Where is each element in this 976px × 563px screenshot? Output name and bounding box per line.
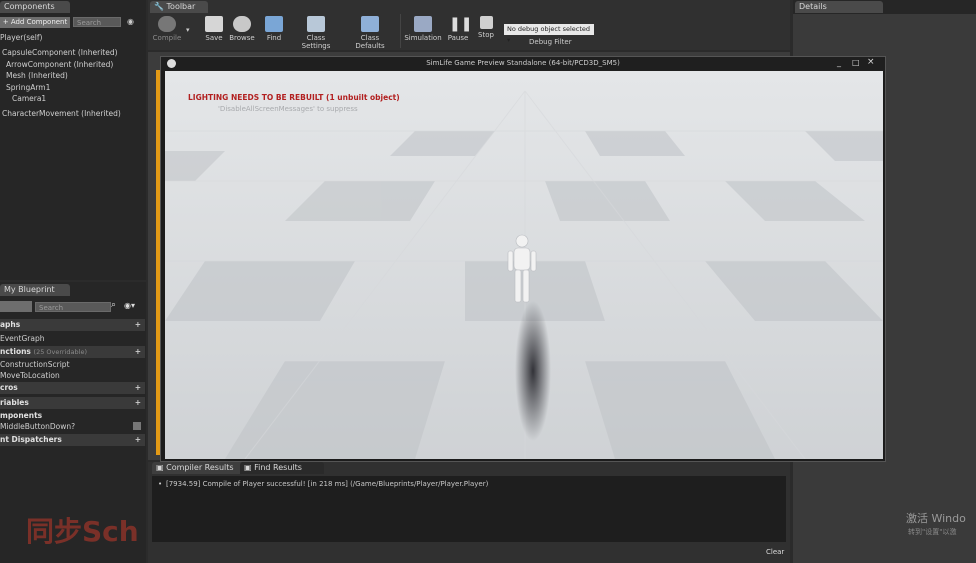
tab-compiler-results-label: Compiler Results (166, 463, 234, 472)
minimize-icon[interactable]: _ (837, 58, 841, 67)
windows-activation-notice: 激活 Windo (906, 512, 966, 525)
list-item[interactable]: ConstructionScript (0, 359, 70, 370)
add-new-button[interactable] (0, 301, 32, 312)
add-dispatcher-icon[interactable]: + (135, 434, 141, 446)
components-search-input[interactable]: Search (73, 17, 121, 27)
tab-toolbar-label: Toolbar (166, 2, 196, 11)
search-icon[interactable]: ⌕ (111, 300, 116, 310)
results-panel: ▣ Compiler Results ▣ Find Results • [793… (148, 462, 790, 563)
clear-button[interactable]: Clear (766, 548, 784, 556)
list-item[interactable]: Camera1 (12, 93, 46, 104)
checkbox-icon[interactable] (133, 422, 141, 430)
category-dispatchers-label: nt Dispatchers (0, 435, 62, 444)
find-results-icon: ▣ (244, 463, 252, 472)
gear-icon (158, 16, 176, 32)
list-item[interactable]: Player(self) (0, 32, 42, 43)
stop-icon (479, 16, 493, 29)
preview-title: SimLife Game Preview Standalone (64-bit/… (426, 59, 620, 67)
tab-details[interactable]: Details (795, 1, 883, 13)
add-function-icon[interactable]: + (135, 346, 141, 358)
tab-my-blueprint[interactable]: My Blueprint (0, 284, 70, 296)
close-icon[interactable]: × (867, 57, 875, 67)
wrench-icon: 🔧 (154, 2, 164, 11)
class-settings-icon (307, 16, 325, 32)
category-macros[interactable]: cros + (0, 382, 145, 394)
log-message: [7934.59] Compile of Player successful! … (166, 480, 489, 488)
magnifier-icon (233, 16, 251, 32)
compile-label: Compile (152, 34, 182, 42)
category-variables-label: riables (0, 398, 29, 407)
watermark: 同步Sch (26, 515, 139, 548)
tab-find-results-label: Find Results (254, 463, 302, 472)
list-item[interactable]: CapsuleComponent (Inherited) (2, 47, 118, 58)
category-macros-label: cros (0, 383, 18, 392)
save-icon (205, 16, 223, 32)
pause-button[interactable]: ❚❚ Pause (444, 14, 473, 48)
lighting-warning: LIGHTING NEEDS TO BE REBUILT (1 unbuilt … (188, 93, 400, 102)
category-dispatchers[interactable]: nt Dispatchers + (0, 434, 145, 446)
simulation-button[interactable]: Simulation (400, 14, 445, 48)
tab-find-results[interactable]: ▣ Find Results (240, 462, 324, 474)
preview-titlebar[interactable]: SimLife Game Preview Standalone (64-bit/… (161, 57, 885, 71)
maximize-icon[interactable]: □ (852, 58, 860, 67)
debug-filter-label: Debug Filter (529, 38, 572, 46)
class-defaults-icon (361, 16, 379, 32)
class-settings-button[interactable]: Class Settings (292, 14, 340, 50)
add-graph-icon[interactable]: + (135, 319, 141, 331)
list-item[interactable]: MiddleButtonDown? (0, 421, 75, 432)
find-button[interactable]: Find (254, 14, 294, 48)
stop-label: Stop (478, 31, 494, 39)
tab-components[interactable]: Components (0, 1, 70, 13)
class-settings-label: Class Settings (301, 34, 331, 50)
simulation-label: Simulation (404, 34, 442, 42)
tab-details-label: Details (799, 2, 827, 11)
functions-count: (25 Overridable) (33, 348, 87, 356)
compiler-results-icon: ▣ (156, 463, 164, 472)
tab-compiler-results[interactable]: ▣ Compiler Results (152, 462, 244, 474)
find-label: Find (266, 34, 282, 42)
list-item[interactable]: MoveToLocation (0, 370, 60, 381)
stop-button[interactable]: Stop (472, 14, 500, 48)
list-item[interactable]: EventGraph (0, 333, 45, 344)
category-graphs[interactable]: aphs + (0, 319, 145, 331)
components-view-icon[interactable]: ◉ (127, 17, 139, 27)
components-panel: Components + Add Component Search ◉ Play… (0, 0, 146, 280)
chevron-down-icon: ▾ (507, 36, 511, 44)
category-functions-label: nctions (0, 347, 31, 356)
category-functions[interactable]: nctions (25 Overridable) + (0, 346, 145, 358)
debug-object-select[interactable]: No debug object selected ▾ (504, 24, 594, 44)
add-macro-icon[interactable]: + (135, 382, 141, 394)
category-components[interactable]: mponents (0, 410, 42, 421)
list-item[interactable]: CharacterMovement (Inherited) (2, 108, 121, 119)
class-defaults-label: Class Defaults (355, 34, 385, 50)
windows-activation-subtext: 转到"设置"以激 (908, 528, 957, 536)
list-item[interactable]: SpringArm1 (6, 82, 50, 93)
category-variables[interactable]: riables + (0, 397, 145, 409)
suppress-hint: 'DisableAllScreenMessages' to suppress (218, 105, 358, 113)
list-item[interactable]: ArrowComponent (Inherited) (6, 59, 113, 70)
list-item[interactable]: Mesh (Inherited) (6, 70, 68, 81)
tab-toolbar[interactable]: 🔧 Toolbar (150, 1, 208, 13)
pause-label: Pause (447, 34, 469, 42)
blueprint-search-input[interactable]: Search (35, 302, 111, 312)
add-variable-icon[interactable]: + (135, 397, 141, 409)
class-defaults-button[interactable]: Class Defaults (346, 14, 394, 50)
log-bullet-icon: • (158, 480, 163, 488)
compile-button[interactable]: Compile (148, 14, 186, 48)
compile-dropdown-icon[interactable]: ▾ (186, 26, 190, 34)
game-viewport[interactable] (165, 71, 883, 459)
binoculars-icon (265, 16, 283, 32)
debug-select-value: No debug object selected (507, 25, 591, 33)
simulation-icon (414, 16, 432, 32)
eye-icon[interactable]: ◉▾ (124, 301, 135, 310)
preview-window: SimLife Game Preview Standalone (64-bit/… (160, 56, 886, 462)
character-shadow (515, 301, 551, 441)
pause-icon: ❚❚ (449, 16, 473, 32)
add-component-button[interactable]: + Add Component (0, 17, 70, 28)
category-graphs-label: aphs (0, 320, 21, 329)
toolbar-panel: 🔧 Toolbar Compile ▾ Save Browse Find Cla… (148, 0, 790, 50)
